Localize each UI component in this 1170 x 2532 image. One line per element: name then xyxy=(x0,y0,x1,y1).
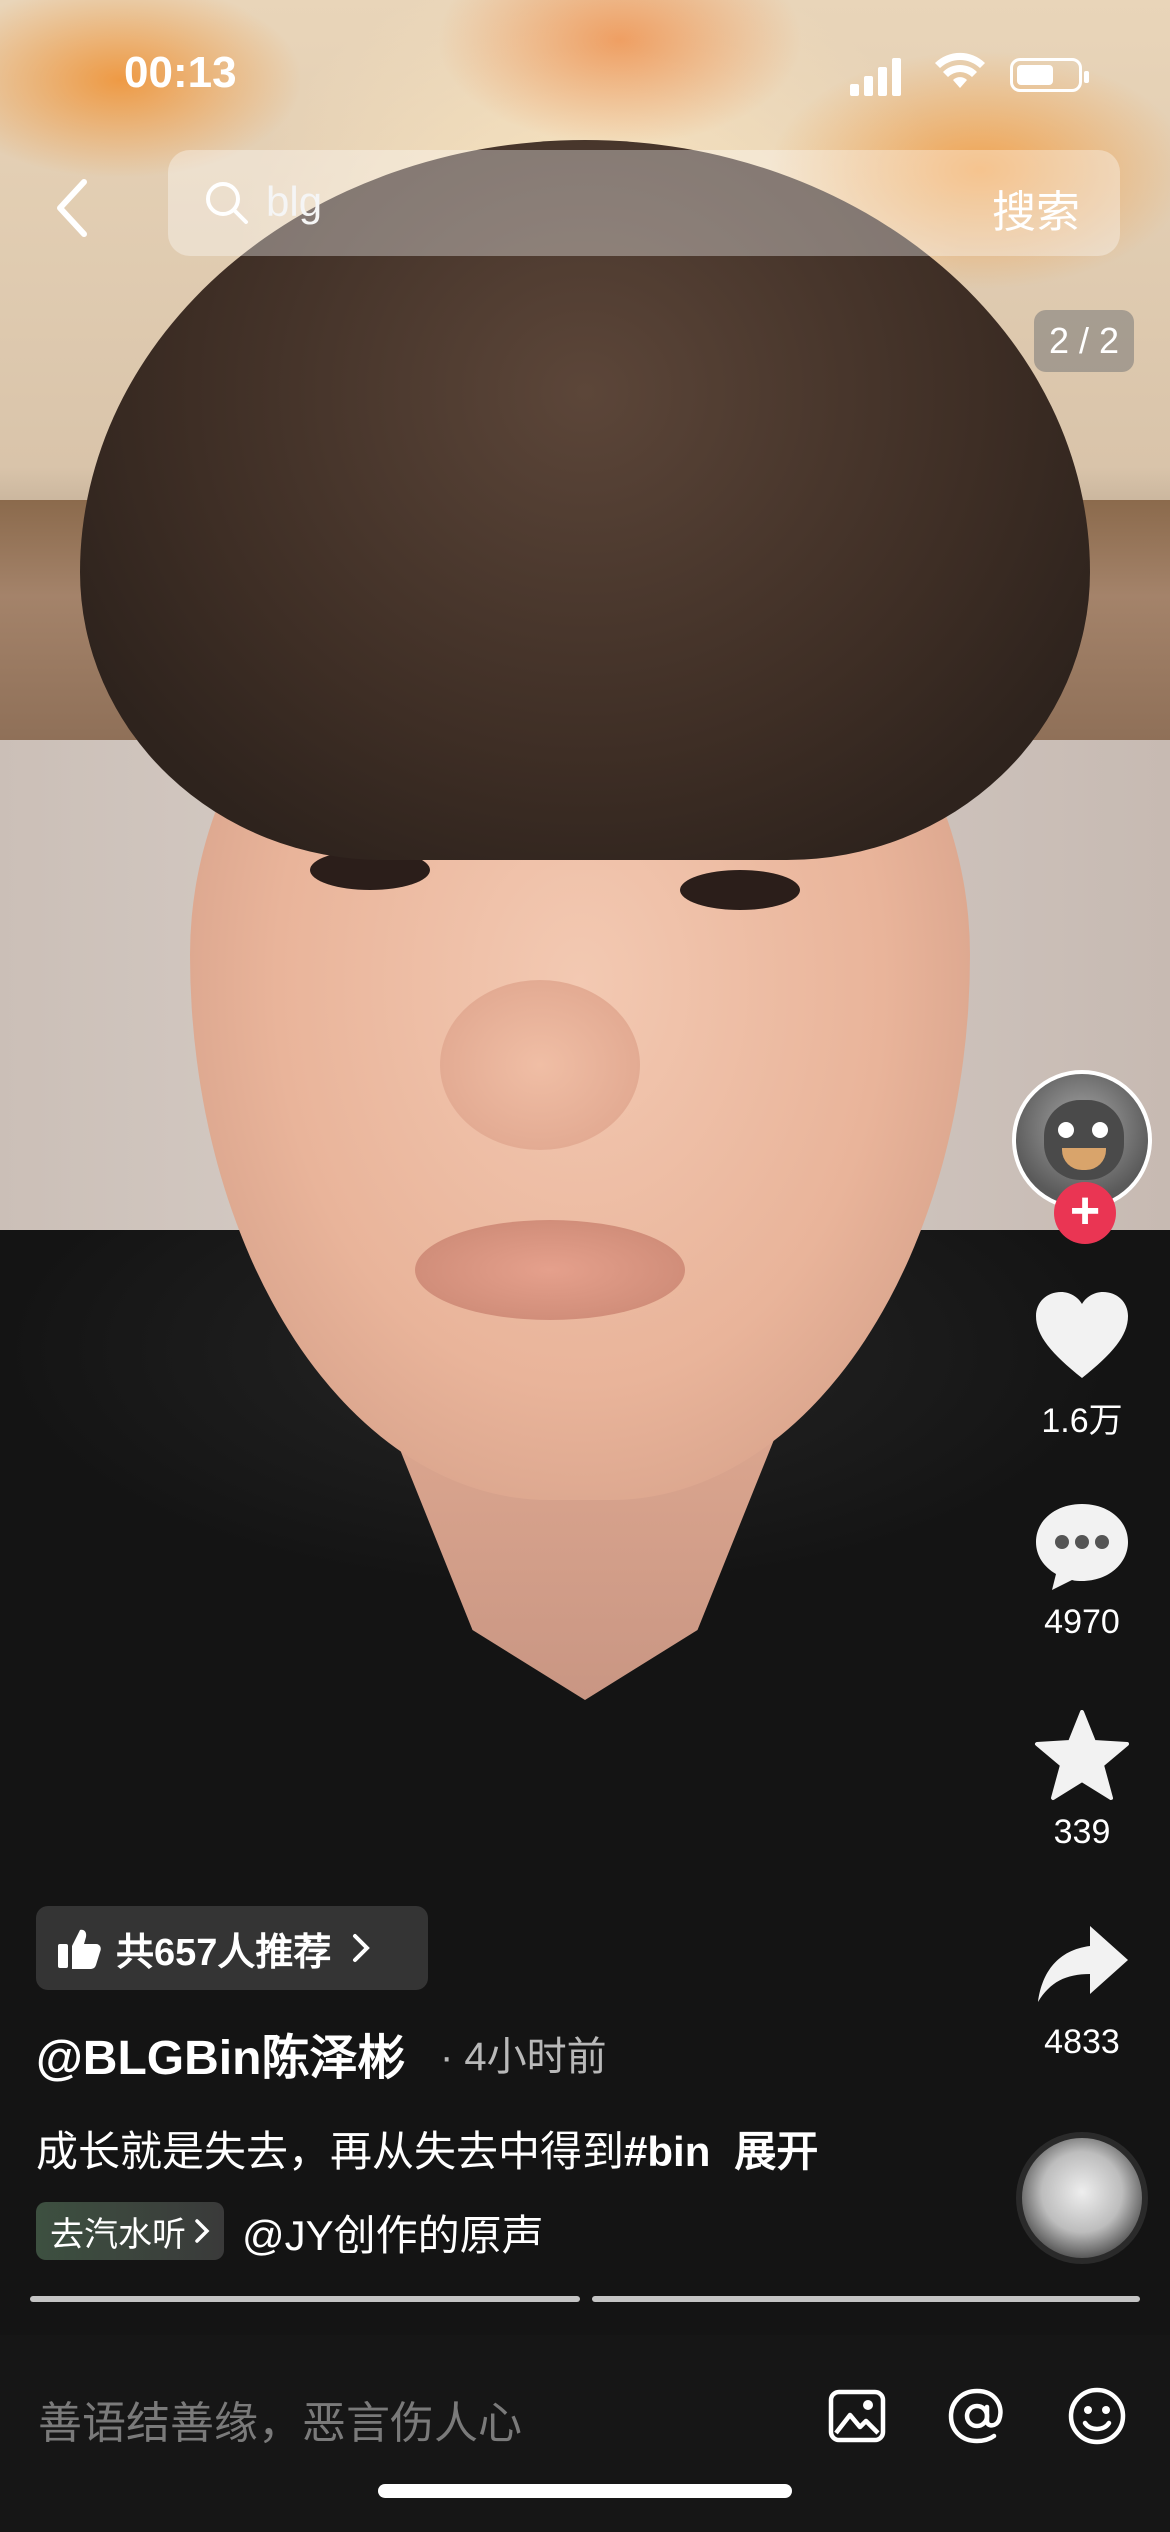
home-indicator xyxy=(378,2484,792,2498)
share-count: 4833 xyxy=(1044,2023,1120,2061)
music-disc[interactable] xyxy=(1016,2132,1148,2264)
recommend-badge[interactable]: 共657人推荐 xyxy=(36,1906,428,1990)
subject-mouth xyxy=(415,1220,685,1320)
comment-input[interactable]: 善语结善缘，恶言伤人心 xyxy=(38,2387,522,2451)
follow-button[interactable]: + xyxy=(1054,1182,1116,1244)
back-icon xyxy=(57,179,87,237)
music-chip-label: 去汽水听 xyxy=(50,2215,186,2254)
status-bar: 00:13 xyxy=(0,0,1170,150)
cellular-signal-icon xyxy=(850,58,901,96)
emoji-icon[interactable] xyxy=(1066,2385,1128,2447)
comment-icon xyxy=(1036,1504,1128,1590)
at-icon[interactable] xyxy=(946,2385,1008,2447)
favorite-button[interactable]: 339 xyxy=(1010,1710,1154,1852)
image-page-indicator: 2 / 2 xyxy=(1034,310,1134,372)
battery-icon xyxy=(1010,58,1089,92)
caption-text: 成长就是失去，再从失去中得到 xyxy=(36,2128,625,2175)
expand-caption-button[interactable]: 展开 xyxy=(734,2128,818,2175)
comment-count: 4970 xyxy=(1044,1603,1120,1641)
favorite-count: 339 xyxy=(1053,1813,1111,1851)
wifi-icon xyxy=(935,52,985,88)
share-button[interactable]: 4833 xyxy=(1010,1920,1154,2062)
search-button[interactable]: 搜索 xyxy=(992,176,1080,240)
listen-on-qishui-button[interactable]: 去汽水听 xyxy=(36,2202,224,2260)
caption-hashtag[interactable]: #bin xyxy=(624,2128,710,2175)
like-count: 1.6万 xyxy=(1041,1402,1123,1440)
share-icon xyxy=(1038,1926,1128,2002)
chevron-right-icon xyxy=(353,1934,371,1962)
like-button[interactable]: 1.6万 xyxy=(1010,1290,1154,1442)
search-bar[interactable]: blg 搜索 xyxy=(168,150,1120,256)
author-name[interactable]: @BLGBin陈泽彬 xyxy=(36,2018,405,2088)
recommend-label: 共657人推荐 xyxy=(116,1931,332,1974)
video-caption: 成长就是失去，再从失去中得到#bin 展开 xyxy=(36,2118,818,2179)
comment-button[interactable]: 4970 xyxy=(1010,1500,1154,1642)
thumbs-up-icon xyxy=(58,1929,101,1969)
subject-eye-right xyxy=(680,870,800,910)
heart-icon xyxy=(1036,1292,1128,1378)
music-source[interactable]: @JY创作的原声 xyxy=(242,2202,544,2263)
star-icon xyxy=(1035,1710,1129,1800)
chevron-right-icon xyxy=(195,2219,210,2243)
image-icon[interactable] xyxy=(826,2385,888,2447)
comment-bar: 善语结善缘，恶言伤人心 xyxy=(0,2335,1170,2532)
search-query[interactable]: blg xyxy=(266,178,322,226)
subject-nose xyxy=(440,980,640,1150)
progress-segment-2 xyxy=(592,2296,1140,2302)
search-icon xyxy=(206,182,248,224)
back-button[interactable] xyxy=(42,168,102,248)
post-time: · 4小时前 xyxy=(440,2035,607,2079)
status-time: 00:13 xyxy=(124,48,237,97)
progress-segment-1 xyxy=(30,2296,580,2302)
